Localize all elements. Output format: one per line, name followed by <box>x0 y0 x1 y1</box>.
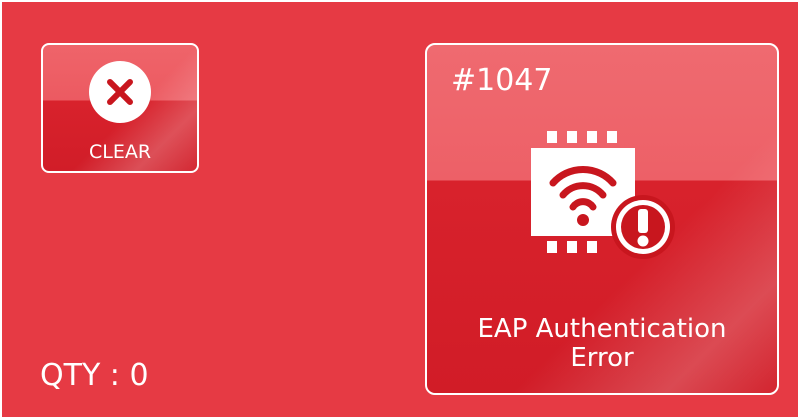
error-title-line2: Error <box>570 343 634 373</box>
error-title: EAP Authentication Error <box>437 315 767 373</box>
wifi-dot <box>577 214 589 226</box>
exclamation-icon <box>638 209 648 233</box>
close-icon <box>107 79 133 105</box>
chip-pin <box>567 131 577 143</box>
error-panel: CLEAR QTY : 0 #1047 EAP Authentication E… <box>2 2 798 417</box>
chip-pin <box>587 241 597 253</box>
error-code: #1047 <box>451 63 553 98</box>
chip-pin <box>567 241 577 253</box>
chip-pin <box>607 131 617 143</box>
clear-label: CLEAR <box>88 141 152 163</box>
wifi-chip-warning-icon <box>531 131 675 259</box>
chip-pin <box>547 241 557 253</box>
error-title-line1: EAP Authentication <box>477 314 727 344</box>
chip-pin <box>587 131 597 143</box>
error-tile[interactable]: #1047 EAP Authentication Error <box>425 43 779 395</box>
quantity-label: QTY : 0 <box>40 358 149 393</box>
clear-button[interactable]: CLEAR <box>41 43 199 173</box>
chip-pin <box>547 131 557 143</box>
clear-circle <box>89 61 151 123</box>
